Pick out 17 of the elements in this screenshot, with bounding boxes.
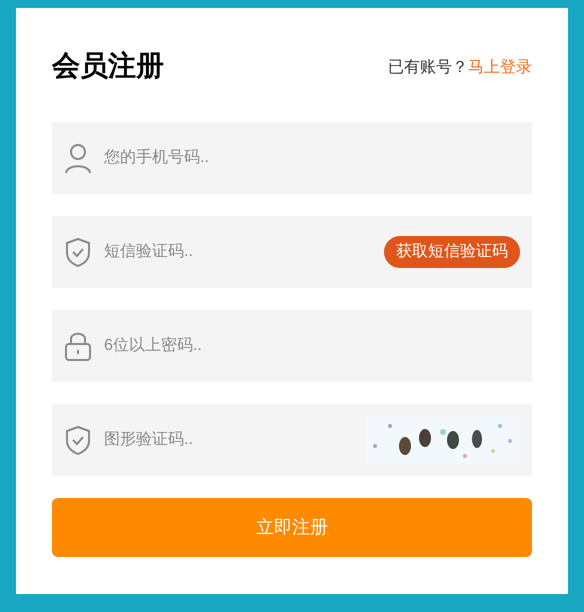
login-link[interactable]: 马上登录	[468, 56, 532, 80]
field-panel[interactable]: 您的手机号码..	[52, 122, 532, 194]
input-field[interactable]: 您的手机号码..	[104, 146, 520, 170]
lock-icon	[64, 330, 92, 362]
input-field[interactable]: 图形验证码..	[104, 428, 353, 452]
page-title: 会员注册	[52, 52, 164, 80]
login-prompt: 已有账号？	[388, 58, 468, 78]
get-sms-code-button[interactable]: 获取短信验证码	[384, 236, 520, 268]
register-button[interactable]: 立即注册	[52, 498, 532, 557]
shield-check-icon	[64, 236, 92, 268]
user-icon	[64, 142, 92, 174]
field-panel[interactable]: 短信验证码.. 获取短信验证码	[52, 216, 532, 288]
input-field[interactable]: 短信验证码..	[104, 240, 372, 264]
field-panel[interactable]: 图形验证码..	[52, 404, 532, 476]
shield-check-icon	[64, 424, 92, 456]
field-panel[interactable]: 6位以上密码..	[52, 310, 532, 382]
input-field[interactable]: 6位以上密码..	[104, 334, 520, 358]
